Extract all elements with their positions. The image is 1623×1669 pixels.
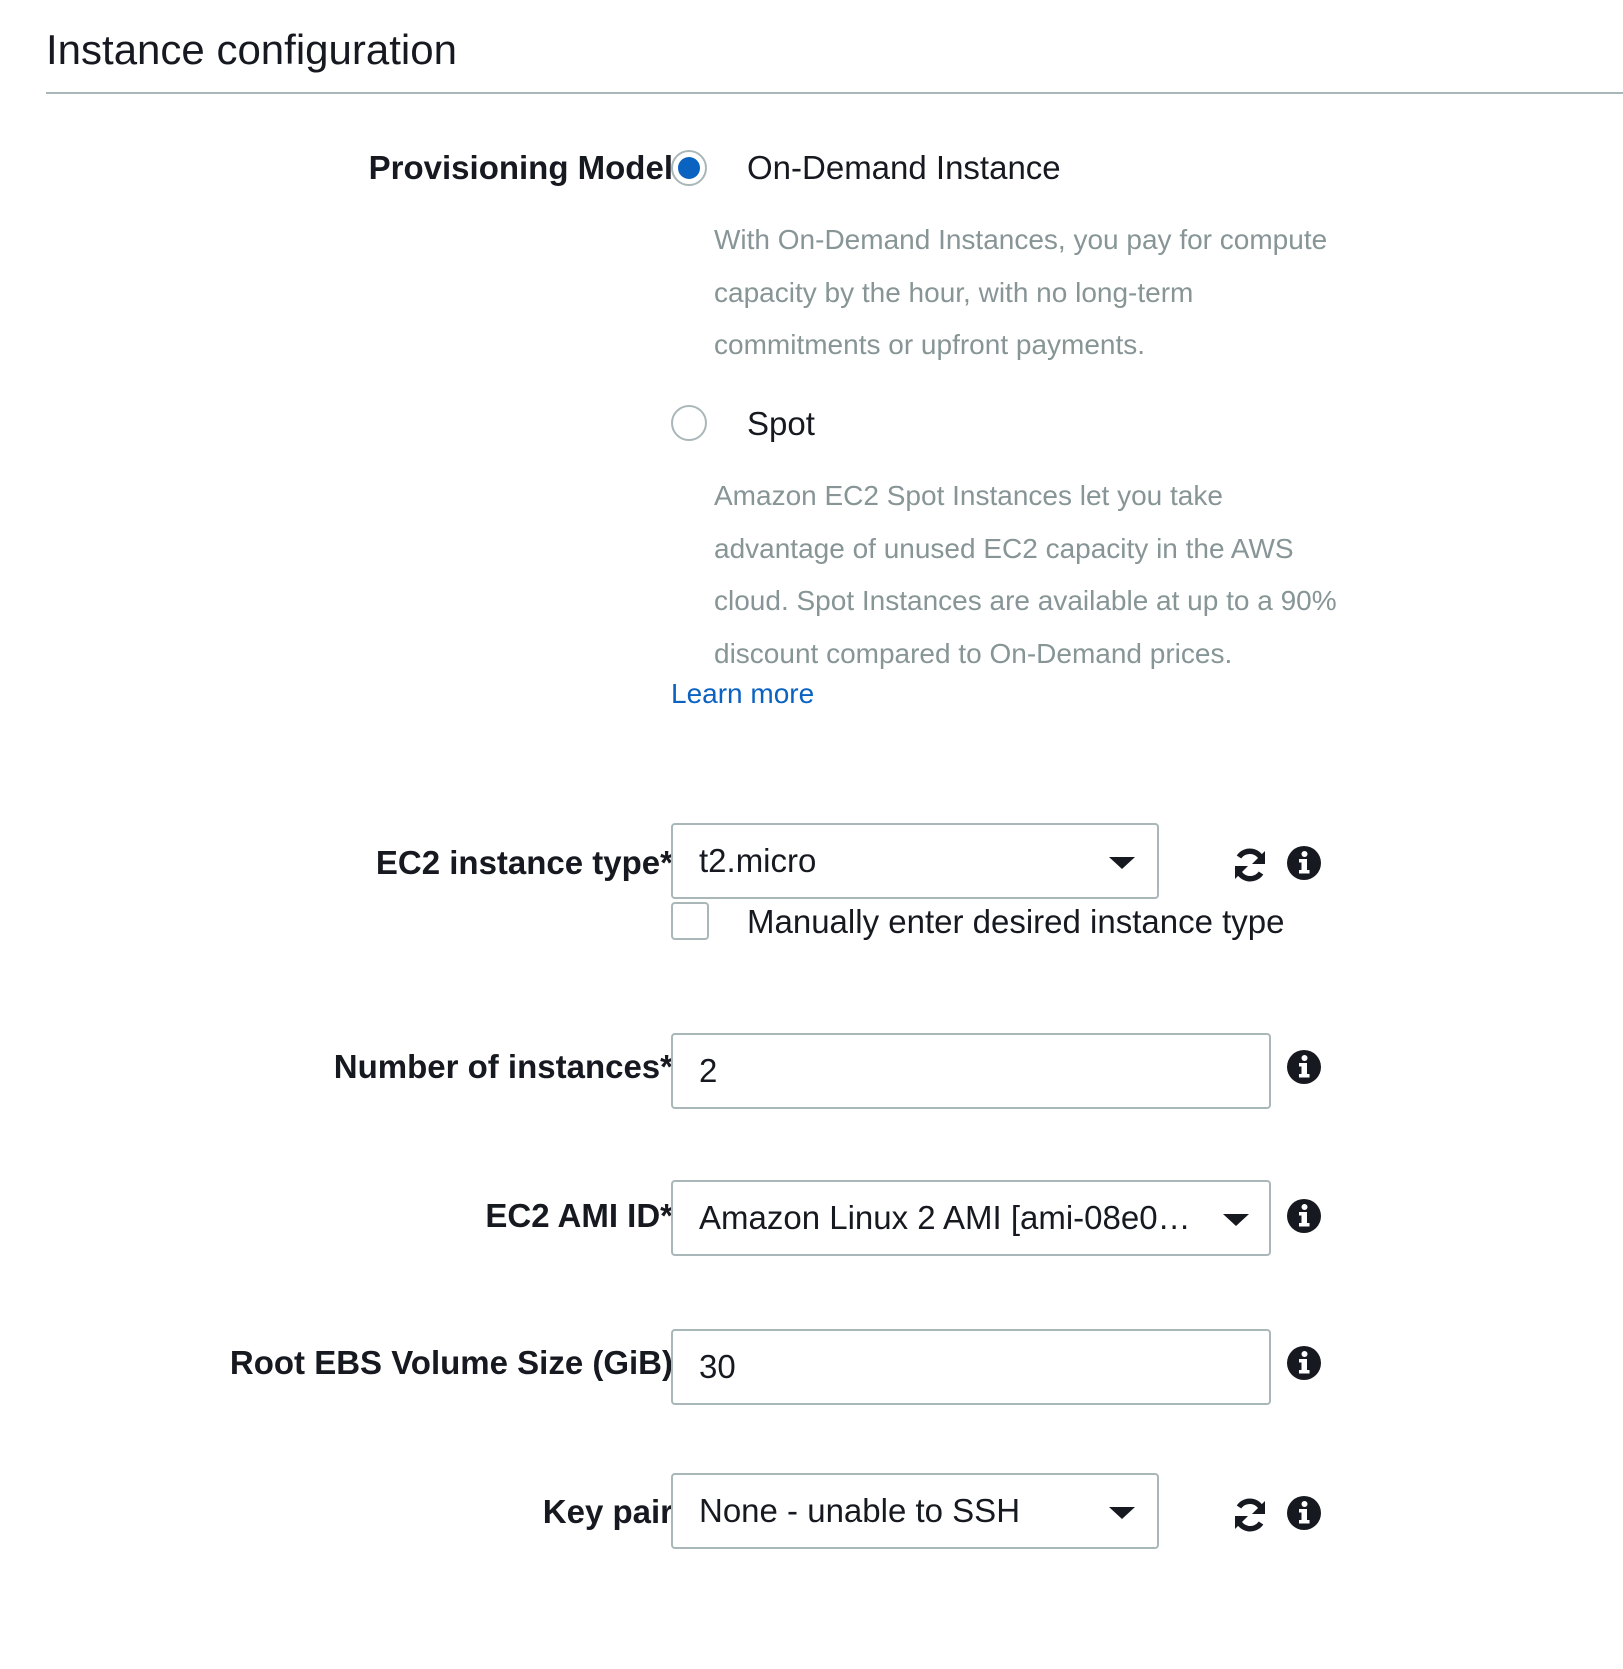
info-icon[interactable] (1286, 1049, 1322, 1085)
on-demand-radio[interactable] (671, 150, 707, 186)
section-title: Instance configuration (46, 26, 457, 73)
provisioning-model-label: Provisioning Model (368, 149, 673, 186)
instance-type-value: t2.micro (699, 842, 817, 879)
on-demand-description: With On-Demand Instances, you pay for co… (714, 224, 1328, 360)
refresh-icon[interactable] (1232, 847, 1268, 883)
info-icon[interactable] (1286, 845, 1322, 881)
num-instances-input[interactable]: 2 (671, 1033, 1271, 1109)
root-volume-label: Root EBS Volume Size (GiB) (229, 1344, 673, 1381)
info-icon[interactable] (1286, 1345, 1322, 1381)
caret-down-icon (1109, 1507, 1135, 1519)
num-instances-label: Number of instances* (333, 1048, 673, 1085)
root-volume-value: 30 (699, 1348, 736, 1385)
key-pair-value: None - unable to SSH (699, 1492, 1021, 1529)
info-icon[interactable] (1286, 1495, 1322, 1531)
ami-id-select[interactable]: Amazon Linux 2 AMI [ami-08e0… (671, 1180, 1271, 1256)
manual-instance-type-label[interactable]: Manually enter desired instance type (747, 902, 1284, 942)
caret-down-icon (1223, 1214, 1249, 1226)
spot-radio[interactable] (671, 405, 707, 441)
radio-selected-dot (678, 157, 700, 179)
spot-description: Amazon EC2 Spot Instances let you take a… (714, 480, 1337, 669)
key-pair-select[interactable]: None - unable to SSH (671, 1473, 1159, 1549)
spot-radio-label[interactable]: Spot (747, 404, 815, 444)
key-pair-label: Key pair (542, 1493, 673, 1530)
section-divider (46, 92, 1623, 94)
info-icon[interactable] (1286, 1198, 1322, 1234)
ami-id-value: Amazon Linux 2 AMI [ami-08e0… (699, 1199, 1191, 1236)
manual-instance-type-checkbox[interactable] (671, 902, 709, 940)
on-demand-radio-label[interactable]: On-Demand Instance (747, 148, 1061, 188)
instance-type-label: EC2 instance type* (375, 844, 673, 881)
root-volume-input[interactable]: 30 (671, 1329, 1271, 1405)
ami-id-label: EC2 AMI ID* (485, 1197, 673, 1234)
instance-type-select[interactable]: t2.micro (671, 823, 1159, 899)
refresh-icon[interactable] (1232, 1497, 1268, 1533)
num-instances-value: 2 (699, 1052, 718, 1089)
caret-down-icon (1109, 857, 1135, 869)
learn-more-link[interactable]: Learn more (671, 674, 814, 714)
